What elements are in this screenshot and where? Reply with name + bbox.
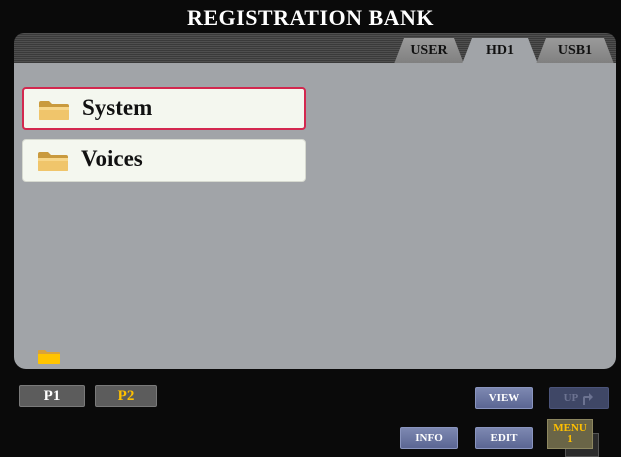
edit-button[interactable]: EDIT [475, 427, 533, 449]
folder-icon [39, 101, 69, 120]
up-arrow-icon [583, 393, 594, 406]
registration-bank-screen: REGISTRATION BANK USER HD1 USB1 System V… [0, 0, 621, 457]
folder-icon [38, 152, 68, 171]
page-1-button[interactable]: P1 [19, 385, 85, 407]
info-button[interactable]: INFO [400, 427, 458, 449]
page-2-button[interactable]: P2 [95, 385, 157, 407]
tab-usb1[interactable]: USB1 [536, 38, 614, 64]
file-item-label: System [82, 95, 153, 120]
file-item-label: Voices [81, 146, 143, 171]
window-title: REGISTRATION BANK [186, 5, 435, 30]
up-button[interactable]: UP [549, 387, 609, 409]
current-folder-icon [38, 350, 60, 364]
up-button-label: UP [563, 392, 578, 404]
file-item-voices[interactable]: Voices [22, 139, 306, 182]
menu-button-number: 1 [567, 433, 573, 445]
tab-hd1[interactable]: HD1 [462, 38, 538, 64]
tab-user[interactable]: USER [394, 38, 464, 64]
view-button[interactable]: VIEW [475, 387, 533, 409]
file-item-system[interactable]: System [22, 87, 306, 130]
menu-1-button[interactable]: MENU 1 [547, 419, 593, 449]
